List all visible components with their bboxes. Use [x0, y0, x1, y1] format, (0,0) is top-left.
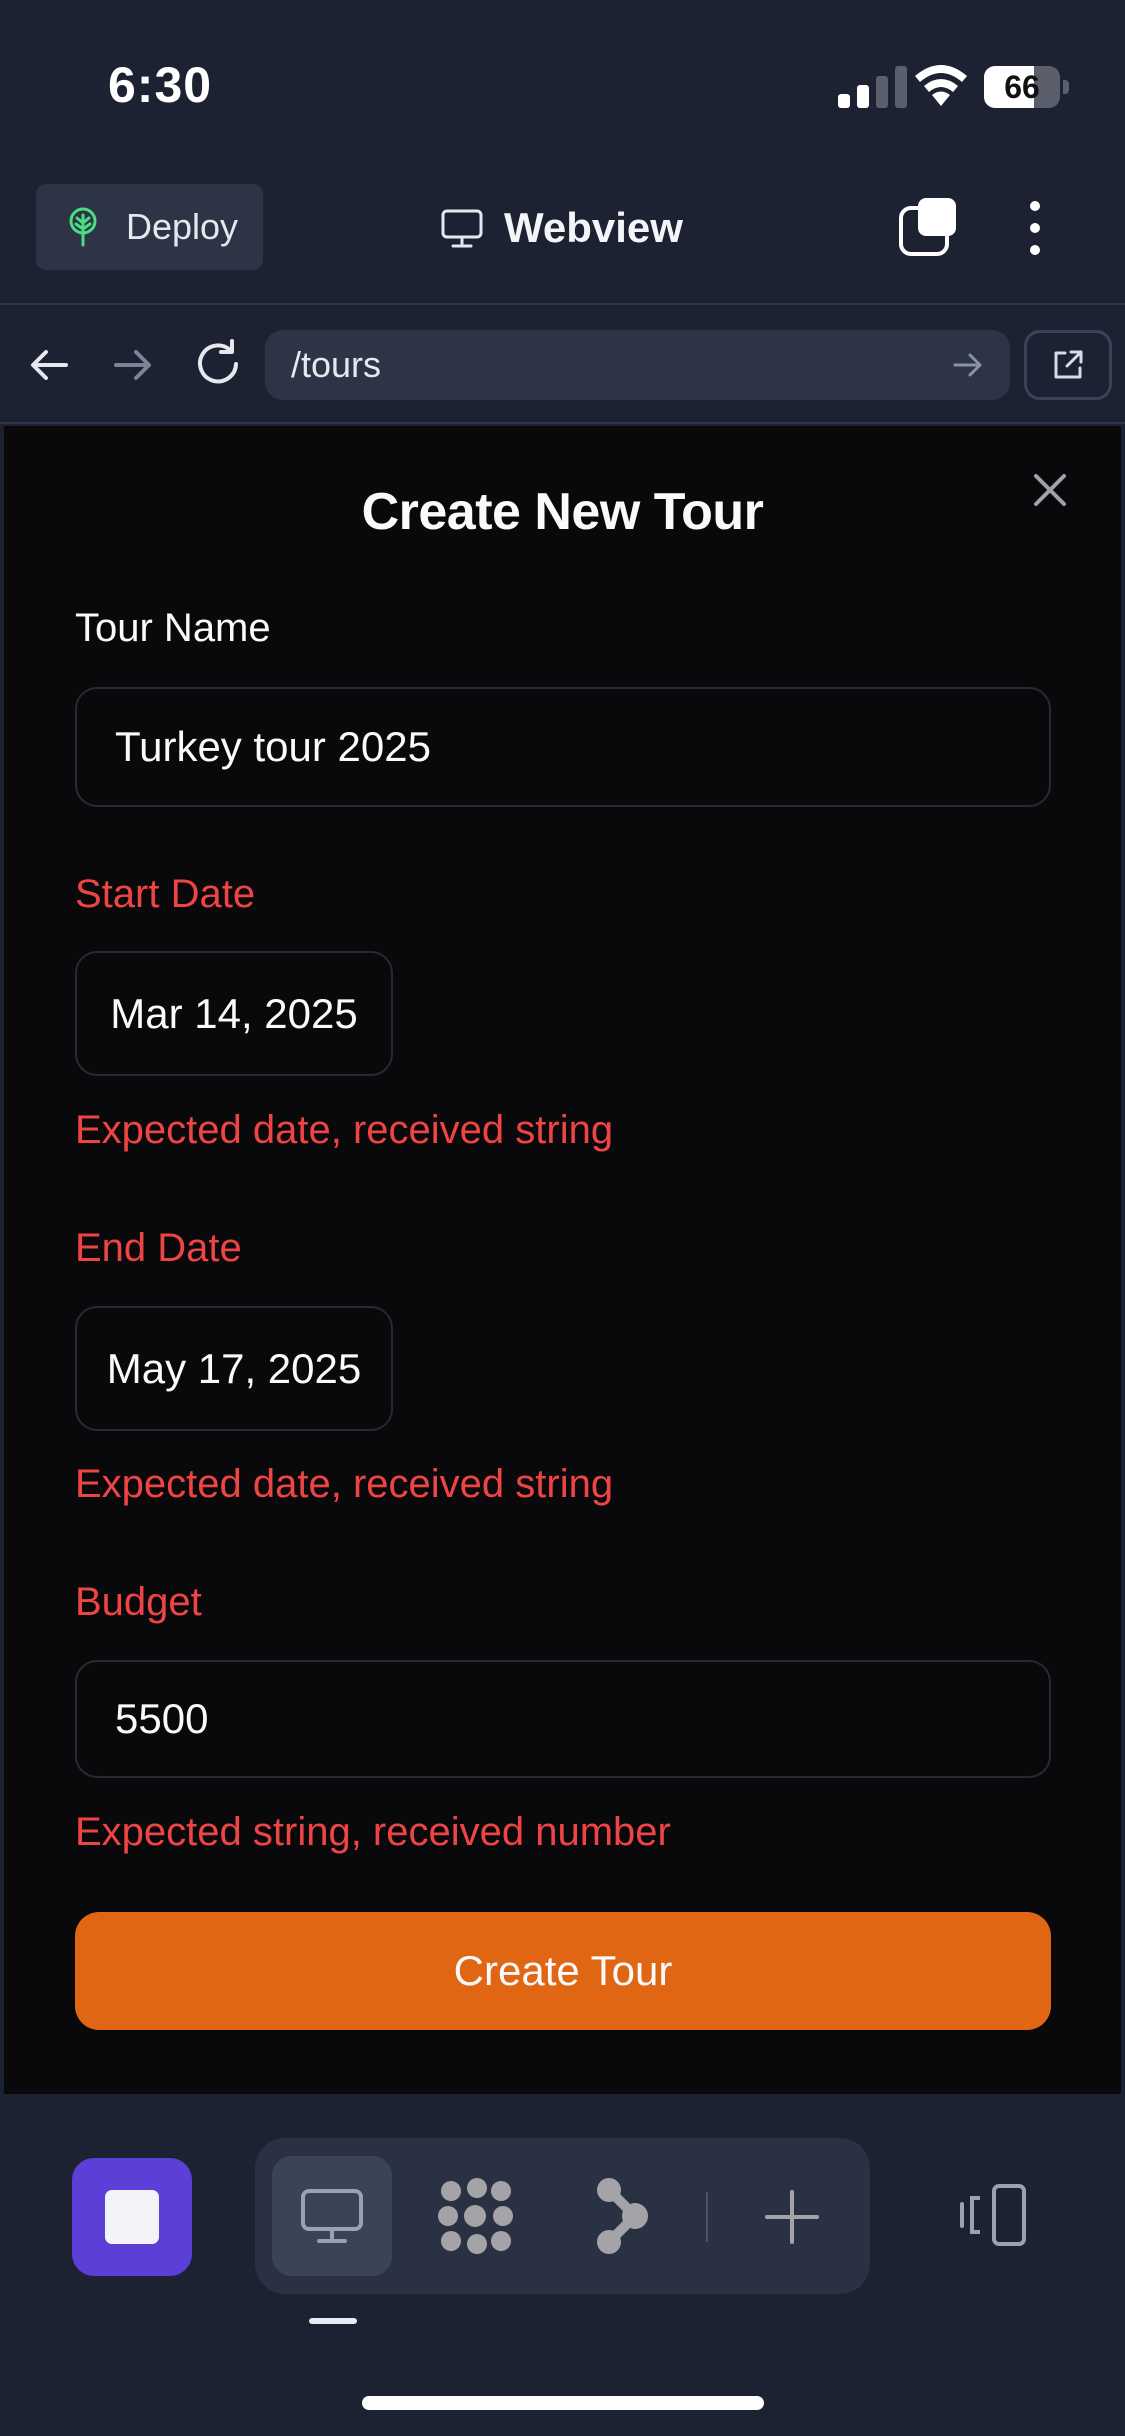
tour-name-value: Turkey tour 2025 — [115, 723, 431, 770]
battery-percent: 66 — [1004, 69, 1040, 105]
battery-icon: 66 — [984, 66, 1070, 108]
go-arrow-icon[interactable] — [950, 347, 986, 383]
tour-name-input[interactable]: Turkey tour 2025 — [75, 687, 1051, 807]
wifi-icon — [915, 65, 967, 106]
active-mode-indicator — [309, 2318, 357, 2324]
url-bar[interactable]: /tours — [265, 330, 1010, 400]
external-link-icon — [1054, 350, 1083, 379]
stop-button[interactable] — [72, 2158, 192, 2276]
monitor-icon — [441, 209, 483, 248]
home-indicator[interactable] — [362, 2396, 764, 2410]
start-date-error: Expected date, received string — [75, 1108, 614, 1152]
flow-icon[interactable] — [593, 2176, 651, 2256]
cellular-signal-icon — [838, 66, 907, 108]
tree-icon — [69, 207, 97, 247]
more-options-icon[interactable] — [1020, 196, 1050, 260]
divider — [0, 422, 1125, 424]
status-time: 6:30 — [108, 57, 213, 113]
budget-label: Budget — [75, 1580, 202, 1624]
budget-error: Expected string, received number — [75, 1810, 671, 1854]
divider — [0, 303, 1125, 305]
end-date-error: Expected date, received string — [75, 1462, 614, 1506]
stop-icon — [105, 2190, 159, 2244]
start-date-picker[interactable]: Mar 14, 2025 — [75, 951, 393, 1076]
toolbar-separator — [706, 2192, 708, 2242]
budget-value: 5500 — [115, 1695, 209, 1742]
end-date-value: May 17, 2025 — [106, 1344, 362, 1392]
start-date-value: Mar 14, 2025 — [110, 989, 358, 1037]
tour-name-label: Tour Name — [75, 606, 271, 650]
tabs-icon[interactable] — [896, 196, 960, 260]
end-date-label: End Date — [75, 1226, 242, 1270]
budget-input[interactable]: 5500 — [75, 1660, 1051, 1778]
plus-icon[interactable] — [763, 2188, 821, 2246]
back-arrow-icon[interactable] — [26, 342, 72, 388]
monitor-icon — [301, 2189, 363, 2243]
forward-arrow-icon[interactable] — [110, 342, 156, 388]
form-title: Create New Tour — [361, 483, 764, 541]
device-rotate-icon[interactable] — [956, 2184, 1030, 2248]
start-date-label: Start Date — [75, 872, 256, 916]
url-text: /tours — [291, 344, 382, 385]
webview-title-text: Webview — [504, 204, 683, 251]
create-tour-button[interactable]: Create Tour — [75, 1912, 1051, 2030]
reload-icon[interactable] — [192, 338, 244, 390]
webview-title: Webview — [440, 196, 683, 260]
mode-desktop-button[interactable] — [272, 2156, 392, 2276]
grid-icon[interactable] — [437, 2178, 517, 2254]
end-date-picker[interactable]: May 17, 2025 — [75, 1306, 393, 1431]
deploy-button[interactable]: Deploy — [36, 184, 263, 270]
open-external-button[interactable] — [1024, 330, 1112, 400]
deploy-label: Deploy — [126, 206, 239, 247]
